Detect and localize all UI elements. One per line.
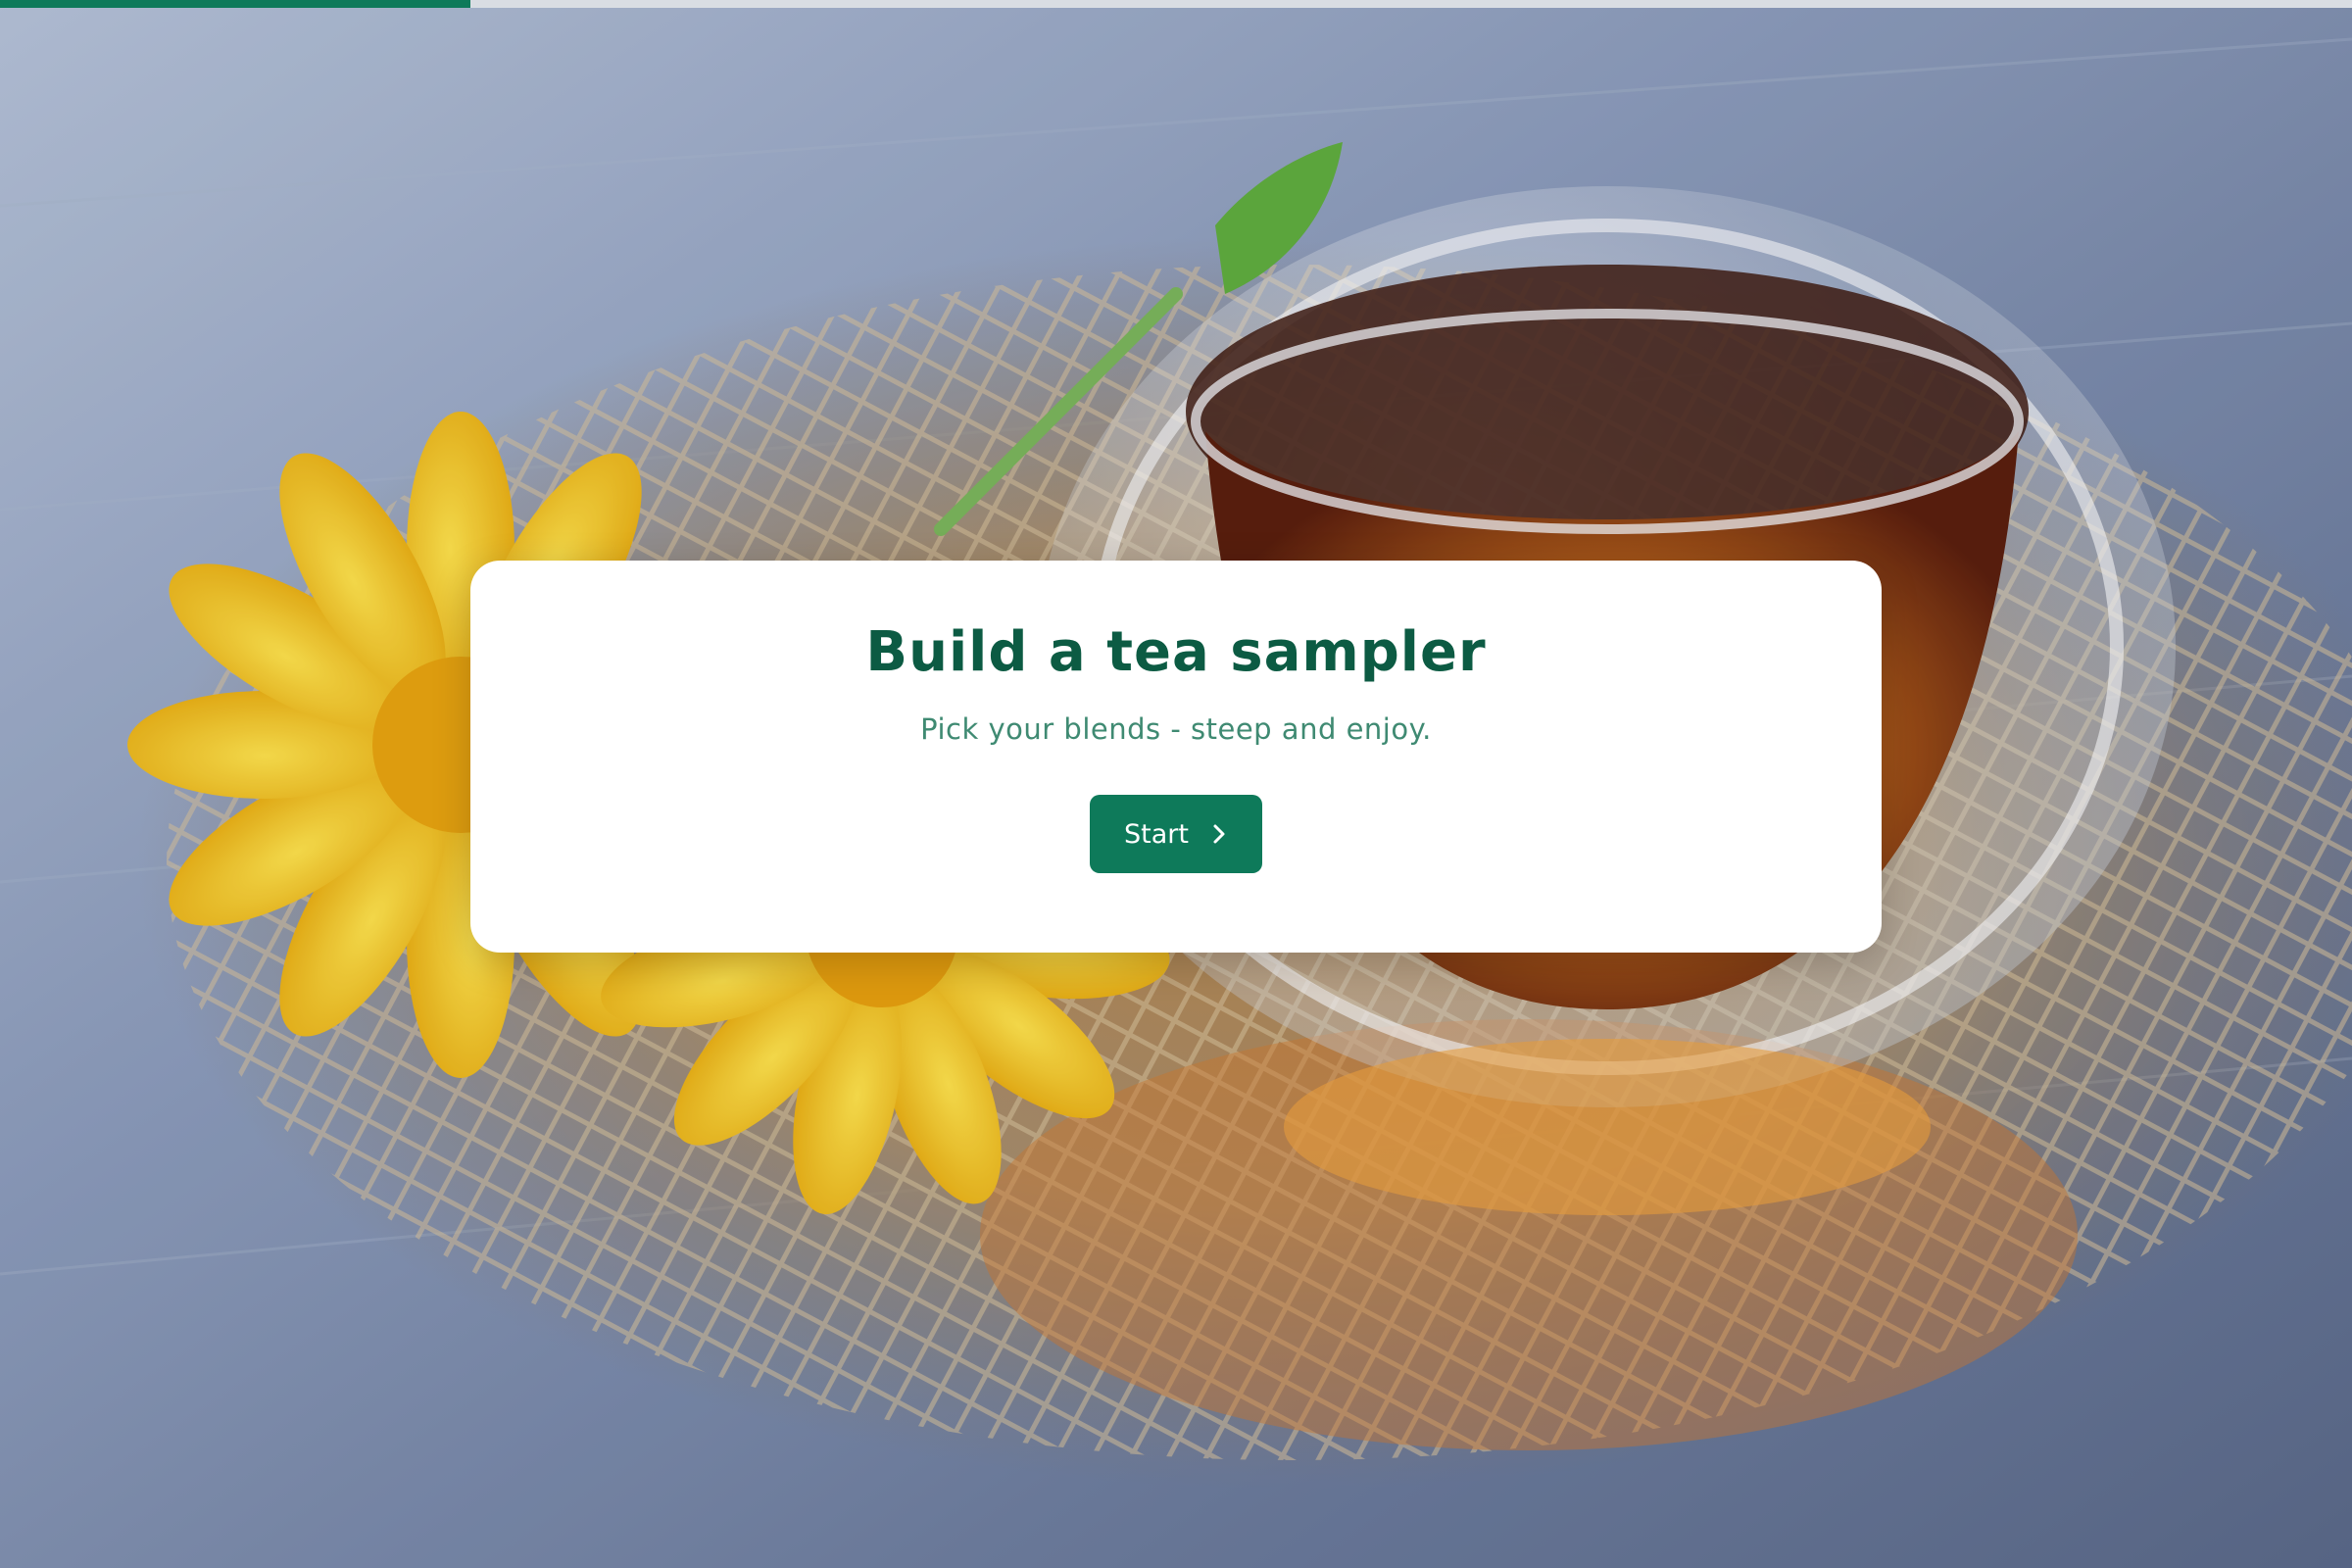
progress-bar-fill	[0, 0, 470, 8]
start-button-label: Start	[1124, 818, 1189, 850]
chevron-right-icon	[1213, 824, 1225, 844]
page-title: Build a tea sampler	[865, 620, 1487, 684]
page-subtitle: Pick your blends - steep and enjoy.	[920, 712, 1432, 747]
start-button[interactable]: Start	[1090, 795, 1262, 874]
intro-card: Build a tea sampler Pick your blends - s…	[470, 561, 1882, 953]
tea-sampler-page: Build a tea sampler Pick your blends - s…	[0, 0, 2352, 1568]
